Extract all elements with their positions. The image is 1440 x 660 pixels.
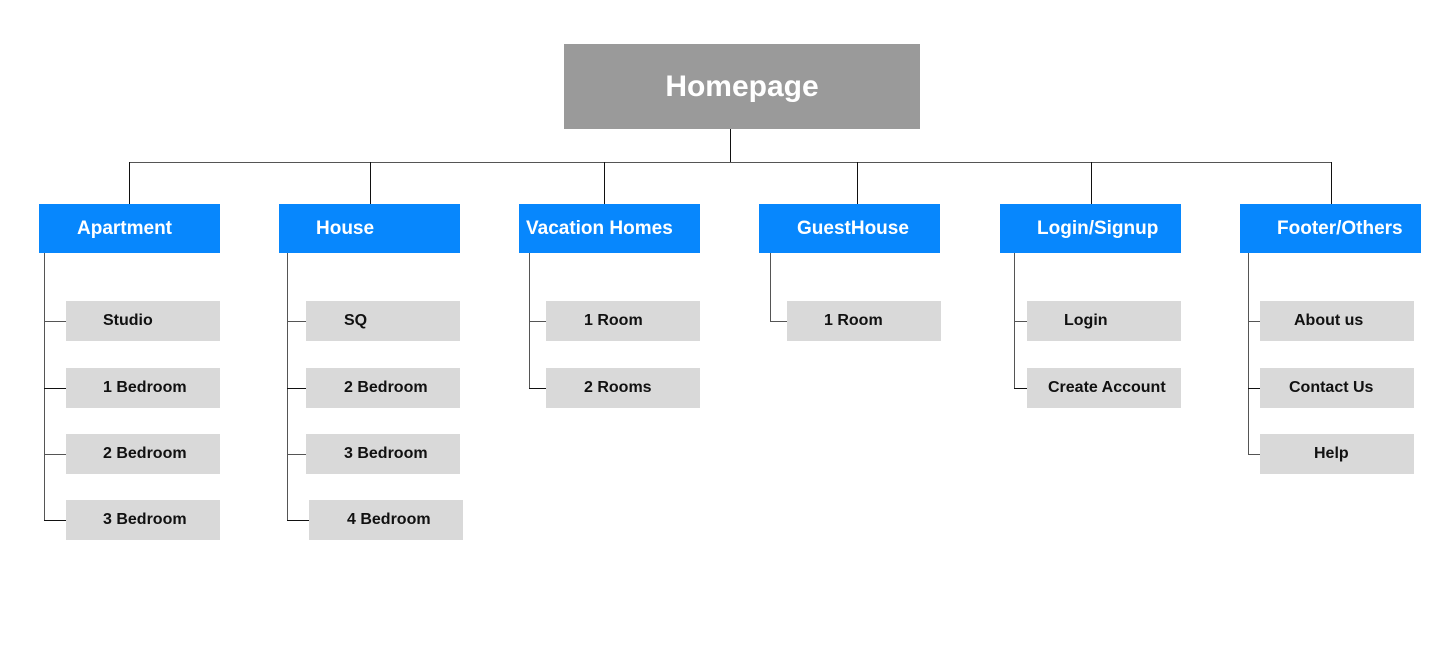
category-label: Apartment [77, 217, 173, 239]
leaf-node[interactable]: 3 Bedroom [66, 500, 220, 540]
leaf-node[interactable]: About us [1260, 301, 1414, 341]
leaf-node[interactable]: 1 Bedroom [66, 368, 220, 408]
homepage-label: Homepage [665, 69, 819, 103]
leaf-connector [1014, 321, 1027, 322]
leaf-node[interactable]: Login [1027, 301, 1181, 341]
leaf-connector [44, 520, 66, 521]
category-connector [129, 162, 130, 204]
leaf-connector [287, 454, 306, 455]
leaf-connector [287, 520, 309, 521]
leaf-node[interactable]: 4 Bedroom [309, 500, 463, 540]
category-login-signup[interactable]: Login/Signup [1000, 204, 1181, 253]
leaf-connector [44, 454, 66, 455]
category-connector [857, 162, 858, 204]
root-connector [730, 129, 731, 163]
category-label: Login/Signup [1037, 217, 1159, 239]
leaf-node[interactable]: 2 Bedroom [306, 368, 460, 408]
leaf-node[interactable]: Help [1260, 434, 1414, 474]
leaf-connector [529, 388, 546, 389]
category-label: Footer/Others [1277, 217, 1403, 239]
category-connector [370, 162, 371, 204]
category-label: Vacation Homes [526, 217, 673, 239]
category-connector [604, 162, 605, 204]
branch-connector [129, 162, 1332, 163]
leaf-node[interactable]: 1 Room [546, 301, 700, 341]
leaf-label: 3 Bedroom [344, 445, 428, 462]
leaf-connector [1248, 388, 1260, 389]
leaf-label: Studio [103, 312, 153, 329]
leaf-connector [44, 388, 66, 389]
leaf-connector [287, 321, 306, 322]
leaf-label: 1 Room [824, 312, 883, 329]
category-guesthouse[interactable]: GuestHouse [759, 204, 940, 253]
leaf-label: Help [1314, 445, 1349, 462]
leaf-label: Login [1064, 312, 1108, 329]
leaf-label: 1 Room [584, 312, 643, 329]
leaf-label: 3 Bedroom [103, 511, 187, 528]
leaf-label: About us [1294, 312, 1364, 329]
leaf-label: Create Account [1048, 379, 1166, 396]
leaf-node[interactable]: SQ [306, 301, 460, 341]
homepage-node[interactable]: Homepage [564, 44, 920, 129]
leaf-node[interactable]: 2 Rooms [546, 368, 700, 408]
leaf-connector [44, 321, 66, 322]
leaf-connector [1248, 321, 1260, 322]
category-label: GuestHouse [797, 217, 909, 239]
leaf-node[interactable]: Contact Us [1260, 368, 1414, 408]
category-apartment[interactable]: Apartment [39, 204, 220, 253]
category-label: House [316, 217, 375, 239]
leaf-label: 2 Bedroom [103, 445, 187, 462]
category-connector [1331, 162, 1332, 204]
category-footer-others[interactable]: Footer/Others [1240, 204, 1421, 253]
leaf-node[interactable]: 1 Room [787, 301, 941, 341]
category-vacation-homes[interactable]: Vacation Homes [519, 204, 700, 253]
leaf-connector [287, 388, 306, 389]
category-house[interactable]: House [279, 204, 460, 253]
leaf-label: 2 Bedroom [344, 379, 428, 396]
leaf-label: 4 Bedroom [347, 511, 431, 528]
trunk-connector [44, 253, 45, 520]
leaf-node[interactable]: Create Account [1027, 368, 1181, 408]
trunk-connector [287, 253, 288, 520]
trunk-connector [1248, 253, 1249, 454]
leaf-node[interactable]: Studio [66, 301, 220, 341]
leaf-connector [1248, 454, 1260, 455]
leaf-label: 2 Rooms [584, 379, 652, 396]
leaf-node[interactable]: 3 Bedroom [306, 434, 460, 474]
trunk-connector [770, 253, 771, 321]
leaf-connector [1014, 388, 1027, 389]
leaf-label: 1 Bedroom [103, 379, 187, 396]
leaf-connector [770, 321, 787, 322]
leaf-label: SQ [344, 312, 368, 329]
leaf-label: Contact Us [1289, 379, 1374, 396]
category-connector [1091, 162, 1092, 204]
leaf-node[interactable]: 2 Bedroom [66, 434, 220, 474]
leaf-connector [529, 321, 546, 322]
